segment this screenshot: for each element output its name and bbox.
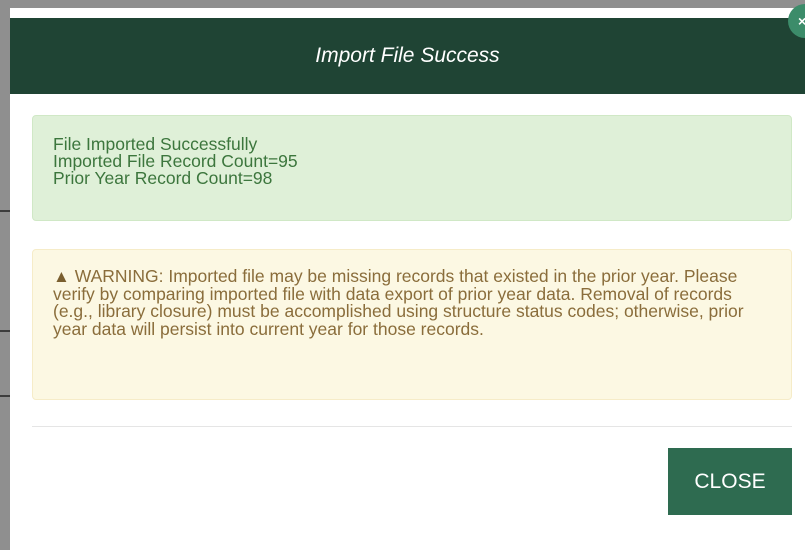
backdrop-line (0, 395, 10, 397)
import-success-modal: Import File Success File Imported Succes… (10, 18, 805, 550)
modal-header: Import File Success (10, 18, 805, 94)
close-button[interactable]: CLOSE (668, 448, 792, 515)
success-alert: File Imported Successfully Imported File… (32, 115, 792, 221)
footer-divider (32, 426, 792, 427)
warning-message: WARNING: Imported file may be missing re… (53, 266, 744, 339)
prior-year-record-count: Prior Year Record Count=98 (53, 168, 273, 188)
warning-alert: ▲ WARNING: Imported file may be missing … (32, 249, 792, 400)
page-backdrop-left (0, 0, 10, 550)
backdrop-line (0, 210, 10, 212)
page-backdrop-top (0, 0, 805, 8)
backdrop-line (0, 330, 10, 332)
modal-title: Import File Success (315, 44, 500, 67)
